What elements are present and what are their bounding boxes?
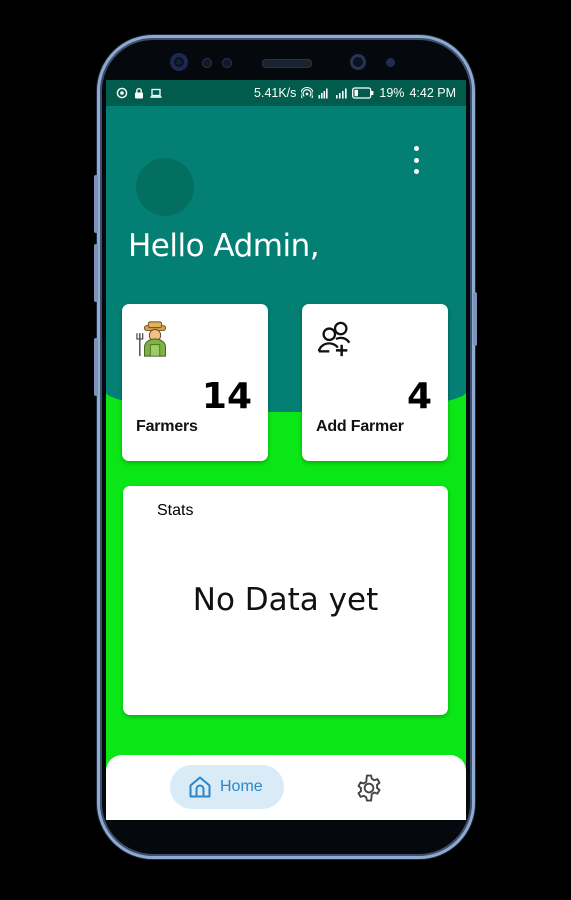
power-button xyxy=(473,292,477,346)
iris-scanner xyxy=(350,54,366,70)
add-farmer-label: Add Farmer xyxy=(316,418,404,435)
add-farmer-count: 4 xyxy=(406,376,432,417)
signal-icon xyxy=(318,88,329,99)
gear-icon[interactable] xyxy=(354,773,384,803)
more-options-icon[interactable] xyxy=(406,146,426,174)
sensor xyxy=(222,58,232,68)
farmer-icon xyxy=(136,321,166,357)
farmers-label: Farmers xyxy=(136,418,198,435)
add-user-icon xyxy=(317,321,351,357)
status-bar: 5.41K/s 19% 4:42 PM xyxy=(106,80,466,106)
empty-state-message: No Data yet xyxy=(192,582,379,618)
bixby-button xyxy=(94,338,98,396)
avatar[interactable] xyxy=(136,158,194,216)
stats-card: Stats No Data yet xyxy=(123,486,448,715)
nav-home-tab[interactable]: Home xyxy=(170,765,284,809)
volume-up-button xyxy=(94,175,98,233)
sensor xyxy=(202,58,212,68)
signal-icon-2 xyxy=(336,88,348,99)
home-icon xyxy=(189,776,211,798)
farmers-count: 14 xyxy=(201,376,252,417)
clock: 4:42 PM xyxy=(409,86,456,100)
laptop-icon xyxy=(150,88,162,98)
stats-title: Stats xyxy=(157,502,194,519)
nav-home-label: Home xyxy=(220,778,263,795)
front-camera xyxy=(170,53,188,71)
network-speed: 5.41K/s xyxy=(254,86,297,100)
sync-icon xyxy=(116,87,128,99)
volume-down-button xyxy=(94,244,98,302)
farmers-card[interactable]: 14 Farmers xyxy=(122,304,268,461)
earpiece-speaker xyxy=(262,59,312,68)
proximity-sensor xyxy=(386,58,395,67)
greeting-title: Hello Admin, xyxy=(128,228,320,264)
lock-icon xyxy=(135,87,143,99)
battery-percent: 19% xyxy=(379,86,405,100)
hotspot-icon xyxy=(301,87,314,99)
add-farmer-card[interactable]: 4 Add Farmer xyxy=(302,304,448,461)
bottom-navigation: Home xyxy=(106,755,466,820)
app-screen: 5.41K/s 19% 4:42 PM Hello Admin, 14 Farm… xyxy=(106,80,466,820)
battery-icon xyxy=(352,87,374,99)
